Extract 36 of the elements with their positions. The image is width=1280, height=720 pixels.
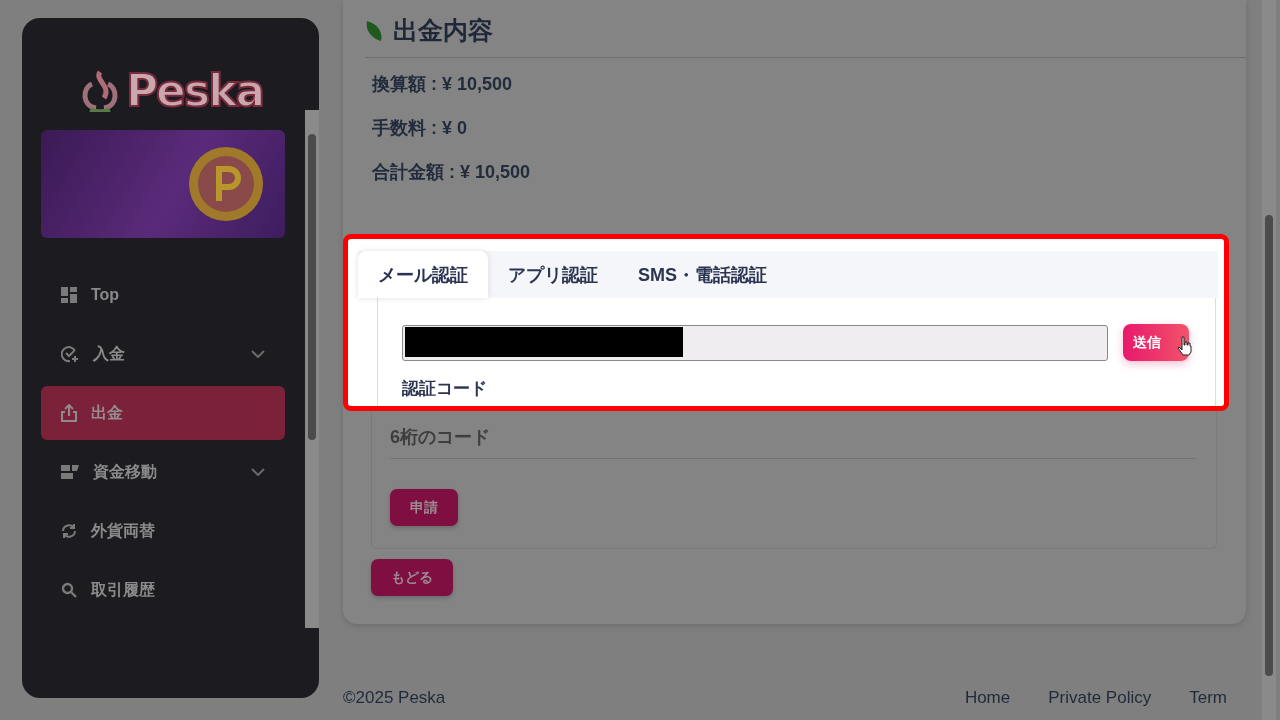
hand-cursor-icon [1177,336,1193,356]
code-field[interactable]: 6桁のコード [390,421,1196,459]
section-title: 出金内容 [393,15,493,46]
nav-item[interactable]: Top [41,268,285,322]
nav-item[interactable]: 資金移動 [41,445,285,499]
cards-icon [61,465,79,479]
chevron-down-icon [251,468,265,476]
leaf-icon [365,19,383,42]
coin-icon [187,145,265,223]
amount-line: 手数料 : ¥ 0 [372,117,469,140]
copyright-text: ©2025 Peska [343,688,447,708]
chevron-down-icon [251,350,265,358]
scrollbar[interactable] [1262,0,1276,720]
scrollbar[interactable] [305,110,319,628]
amount-line: 換算額 : ¥ 10,500 [372,73,514,96]
tab[interactable]: SMS・電話認証 [618,251,787,298]
send-button[interactable]: 送信 [1123,324,1189,361]
footer-link[interactable]: Home [964,688,1011,708]
nav-item[interactable]: 取引履歴 [41,563,285,617]
share-icon [61,404,77,422]
amount-line: 合計金額 : ¥ 10,500 [372,161,532,184]
tab[interactable]: アプリ認証 [488,251,618,298]
logo-text: Peska [125,64,264,116]
back-button[interactable]: もどる [371,559,453,596]
dashboard-icon [61,287,77,303]
footer-link[interactable]: Private Policy [1048,688,1152,708]
search-icon [61,582,77,598]
nav-item[interactable]: 入金 [41,327,285,381]
check-plus-icon [61,345,79,363]
nav-item[interactable]: 出金 [41,386,285,440]
tab[interactable]: メール認証 [358,251,488,298]
refresh-icon [61,523,77,539]
apply-button[interactable]: 申請 [390,489,458,526]
field-label: 認証コード [402,378,488,400]
nav-item[interactable]: 外貨両替 [41,504,285,558]
footer-link[interactable]: Term [1189,688,1227,708]
